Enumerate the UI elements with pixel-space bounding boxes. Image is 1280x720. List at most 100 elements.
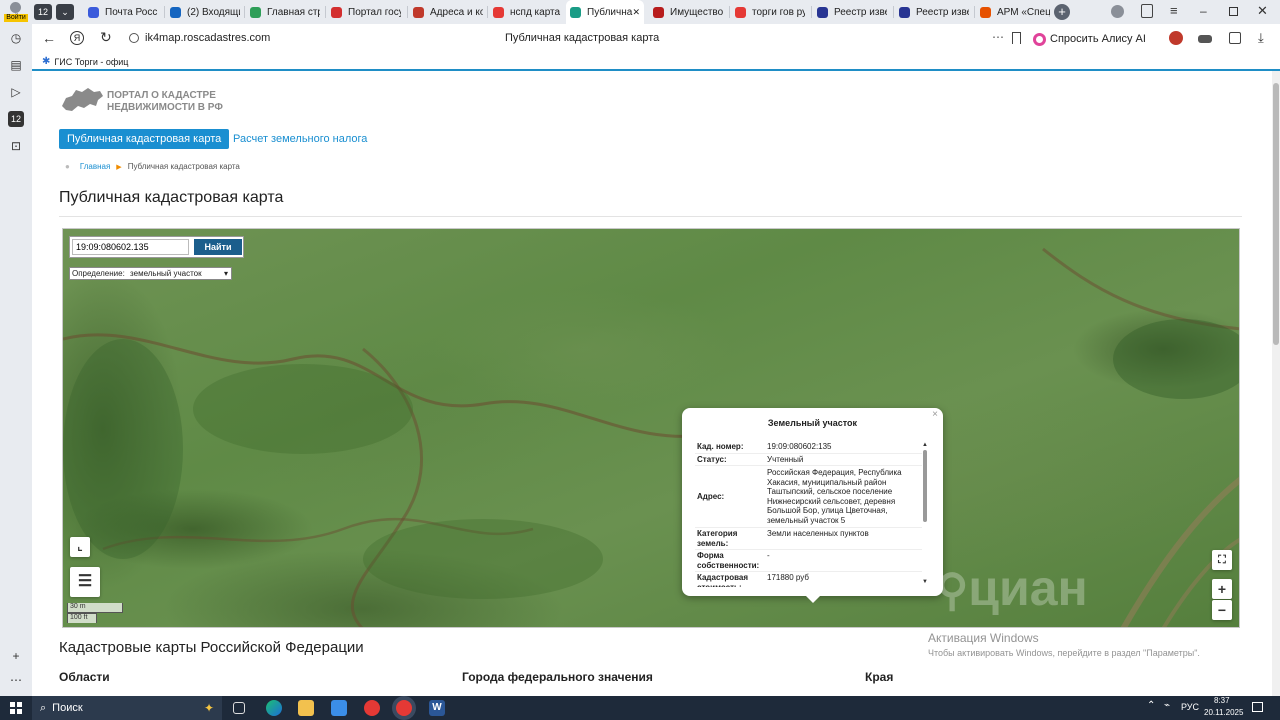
- browser-tab[interactable]: (2) Входящи: [166, 0, 240, 24]
- collections-icon[interactable]: [1141, 4, 1153, 18]
- browser-tab[interactable]: нспд карта п: [489, 0, 563, 24]
- new-tab-button[interactable]: +: [1054, 4, 1070, 20]
- reload-icon[interactable]: ↻: [100, 29, 112, 46]
- scroll-thumb[interactable]: [923, 450, 927, 522]
- nav-land-tax[interactable]: Расчет земельного налога: [225, 129, 375, 149]
- popup-row: Форма собственности: -: [695, 550, 922, 572]
- page-scrollbar[interactable]: [1272, 71, 1280, 696]
- word-icon[interactable]: W: [429, 700, 445, 716]
- browser-tab[interactable]: Реестр изве: [895, 0, 969, 24]
- clock-date[interactable]: 20.11.2025: [1204, 708, 1243, 717]
- site-logo[interactable]: ПОРТАЛ О КАДАСТРЕ НЕДВИЖИМОСТИ В РФ: [60, 86, 230, 116]
- tab-label: Адреса и ко: [430, 6, 483, 18]
- notifications-icon[interactable]: [1252, 702, 1263, 712]
- popup-scrollbar[interactable]: ▲ ▼: [922, 442, 928, 585]
- extension-icon[interactable]: [1169, 31, 1183, 45]
- logo-line-1: ПОРТАЛ О КАДАСТРЕ: [107, 90, 216, 101]
- page-content: ПОРТАЛ О КАДАСТРЕ НЕДВИЖИМОСТИ В РФ Публ…: [32, 71, 1272, 696]
- yandex-browser-active-icon[interactable]: [396, 700, 412, 716]
- profile-icon[interactable]: [1111, 5, 1124, 18]
- url-field[interactable]: ik4map.roscadastres.com: [145, 32, 270, 44]
- taskbar-search-label: Поиск: [52, 702, 83, 714]
- yandex-browser-icon[interactable]: [364, 700, 380, 716]
- network-icon[interactable]: ⌁: [1164, 700, 1170, 711]
- browser-tab[interactable]: Публична ✕: [566, 0, 644, 24]
- downloads-icon[interactable]: ⤓: [1258, 30, 1264, 46]
- page-scroll-thumb[interactable]: [1273, 83, 1279, 345]
- history-icon[interactable]: ◷: [8, 30, 24, 46]
- play-icon[interactable]: ▷: [8, 84, 24, 100]
- back-icon[interactable]: ←: [42, 30, 56, 46]
- tab-label: торги гов ру: [752, 6, 805, 18]
- bookmark-item[interactable]: ✱ ГИС Торги - офиц: [42, 56, 128, 67]
- cadastral-search-input[interactable]: [72, 239, 189, 255]
- browser-tab[interactable]: АРМ «Специ: [976, 0, 1050, 24]
- cian-watermark-text: циан: [968, 560, 1088, 616]
- windows-start-icon[interactable]: [10, 702, 22, 714]
- task-view-icon[interactable]: [233, 702, 245, 714]
- browser-tab[interactable]: Главная стр: [246, 0, 320, 24]
- restore-icon[interactable]: [1229, 7, 1238, 16]
- search-box: Найти: [69, 236, 244, 258]
- popup-table: Кад. номер: 19:09:080602:135 Статус: Учтенн…: [695, 441, 922, 587]
- definition-select[interactable]: Определение: земельный участок ▾: [69, 267, 232, 280]
- messenger-icon[interactable]: ⊡: [8, 138, 24, 154]
- login-label[interactable]: Войти: [4, 14, 28, 22]
- zoom-in-button[interactable]: +: [1212, 579, 1232, 599]
- yandex-icon[interactable]: Я: [70, 31, 84, 45]
- site-info-icon[interactable]: [129, 33, 139, 43]
- alice-button[interactable]: Спросить Алису AI: [1033, 28, 1149, 50]
- tab-favicon-icon: [980, 6, 991, 18]
- close-window-icon[interactable]: ✕: [1257, 3, 1268, 19]
- browser-tab[interactable]: Реестр изве: [813, 0, 887, 24]
- browser-tab[interactable]: торги гов ру: [731, 0, 805, 24]
- account-icon[interactable]: Войти: [4, 2, 28, 22]
- browser-tab[interactable]: Почта Росси: [84, 0, 158, 24]
- bookmark-label: ГИС Торги - офиц: [54, 56, 129, 67]
- language-indicator[interactable]: РУС: [1181, 702, 1199, 712]
- select-chevron-icon: ▾: [223, 269, 228, 278]
- krai-column-title: Края: [865, 670, 894, 684]
- browser-tab[interactable]: Портал госу: [327, 0, 401, 24]
- nav-cadastral-map[interactable]: Публичная кадастровая карта: [59, 129, 230, 149]
- scroll-up-icon[interactable]: ▲: [922, 442, 928, 448]
- zoom-out-button[interactable]: −: [1212, 600, 1232, 620]
- calendar-icon[interactable]: 12: [8, 111, 24, 127]
- tray-chevron-icon[interactable]: ⌃: [1147, 700, 1155, 711]
- popup-row-key: Категория земель:: [697, 529, 738, 548]
- breadcrumb-home[interactable]: Главная: [80, 162, 110, 171]
- minimize-icon[interactable]: –: [1200, 4, 1207, 18]
- tabs-menu-chevron-icon[interactable]: ⌄: [56, 4, 74, 20]
- search-button[interactable]: Найти: [194, 239, 242, 255]
- tab-close-icon[interactable]: ✕: [632, 7, 640, 18]
- add-panel-icon[interactable]: +: [8, 648, 24, 664]
- browser-tab[interactable]: Адреса и ко: [409, 0, 483, 24]
- select-area-icon[interactable]: ⌞: [70, 537, 90, 557]
- tab-favicon-icon: [735, 6, 746, 18]
- popup-row-value: Земли населенных пунктов: [767, 529, 869, 538]
- cadastral-map[interactable]: Найти Определение: земельный участок ▾ ×…: [62, 228, 1240, 628]
- tab-separator: [407, 6, 408, 18]
- notes-icon[interactable]: ▤: [8, 57, 24, 73]
- tab-separator: [325, 6, 326, 18]
- cian-logo-icon: ⚲: [936, 566, 969, 615]
- extensions-icon[interactable]: [1229, 32, 1241, 44]
- more-icon[interactable]: ⋯: [8, 672, 24, 688]
- fullscreen-icon[interactable]: ⛶: [1212, 550, 1232, 570]
- tab-separator: [164, 6, 165, 18]
- edge-icon[interactable]: [266, 700, 282, 716]
- taskbar-search[interactable]: ⌕ Поиск ✦: [32, 696, 222, 720]
- layers-icon[interactable]: ☰: [70, 567, 100, 597]
- popup-row: Адрес: Российская Федерация, Республика Х…: [695, 466, 922, 528]
- tab-counter[interactable]: 12: [34, 4, 52, 20]
- clock-time[interactable]: 8:37: [1214, 696, 1230, 705]
- cloud-icon[interactable]: [1198, 35, 1212, 43]
- store-icon[interactable]: [331, 700, 347, 716]
- breadcrumb: ● Главная ▶ Публичная кадастровая карта: [65, 162, 240, 171]
- address-more-icon[interactable]: ⋯: [992, 30, 1004, 44]
- explorer-icon[interactable]: [298, 700, 314, 716]
- menu-icon[interactable]: ≡: [1170, 3, 1178, 18]
- scroll-down-icon[interactable]: ▼: [922, 579, 928, 585]
- bookmark-icon[interactable]: [1012, 32, 1021, 44]
- browser-tab[interactable]: Имущество: [649, 0, 723, 24]
